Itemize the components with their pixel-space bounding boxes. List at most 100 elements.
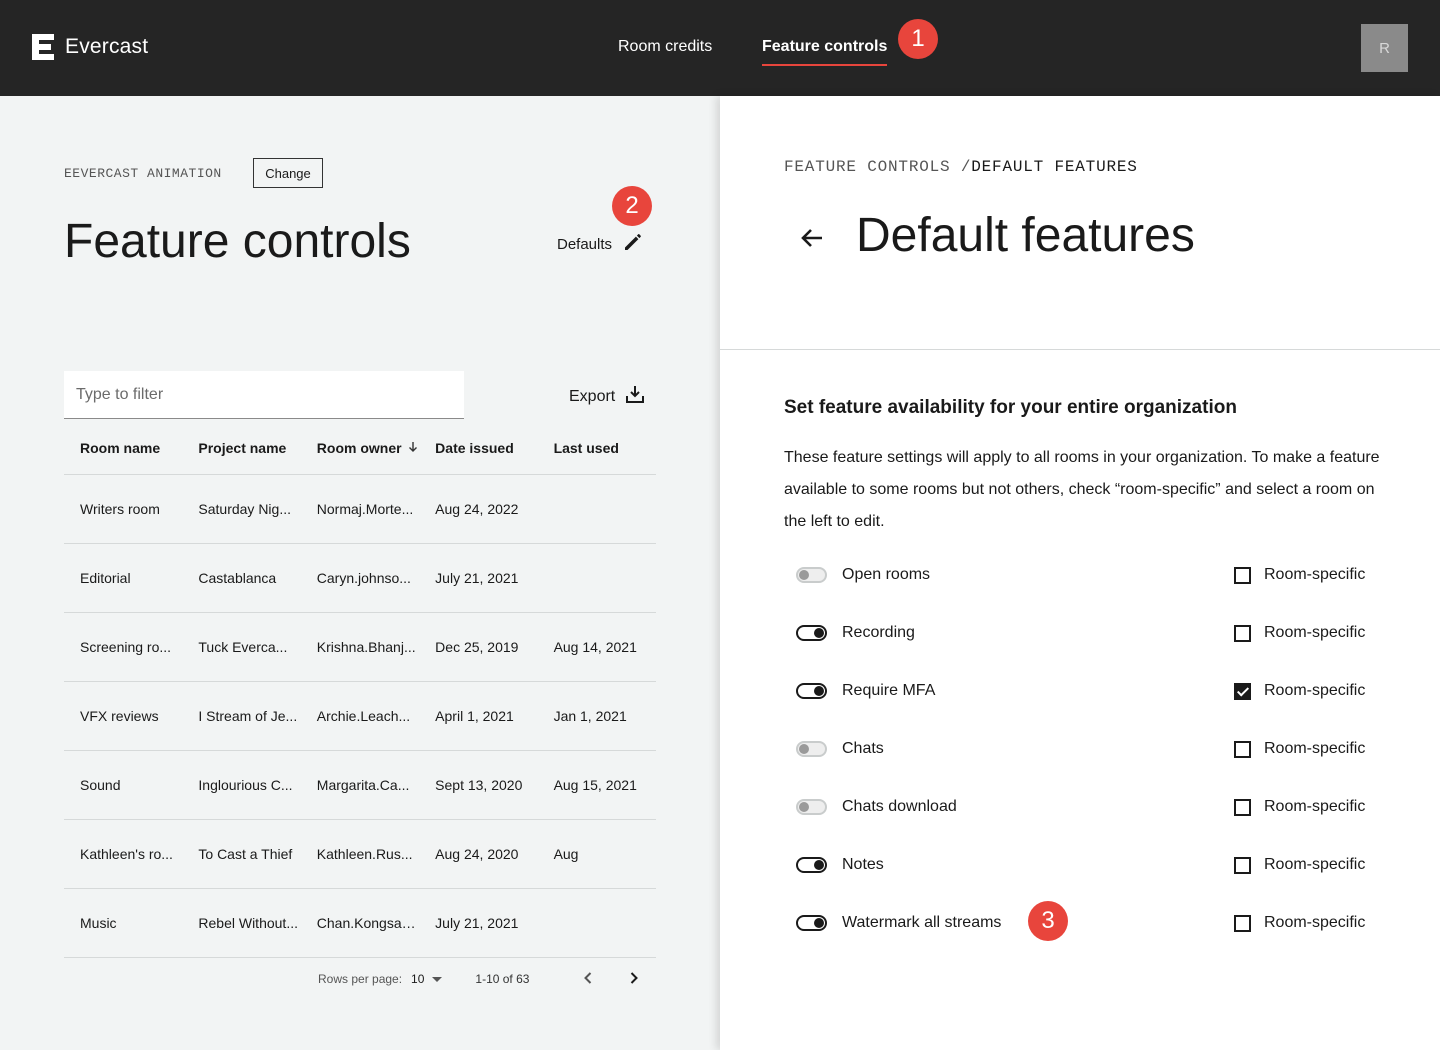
notes-toggle[interactable] — [796, 857, 827, 873]
room-specific-checkbox[interactable] — [1234, 798, 1251, 816]
pagination-range: 1-10 of 63 — [475, 972, 530, 986]
download-icon — [615, 384, 645, 409]
cell-date-issued: April 1, 2021 — [435, 708, 514, 724]
require-mfa-room-specific[interactable]: Room-specific — [1234, 682, 1365, 700]
cell-room-name: Screening ro... — [80, 639, 172, 655]
chevron-right-icon — [630, 972, 638, 984]
cell-room-owner: Normaj.Morte... — [316, 501, 414, 517]
pagination: Rows per page: 10 1-10 of 63 — [318, 972, 638, 986]
watermark-toggle[interactable] — [796, 915, 827, 931]
table-row[interactable]: Screening ro... Tuck Everca... Krishna.B… — [64, 613, 656, 682]
table-row[interactable]: Kathleen's ro... To Cast a Thief Kathlee… — [64, 820, 656, 889]
recording-toggle[interactable] — [796, 625, 827, 641]
nav-feature-controls[interactable]: Feature controls — [762, 38, 888, 66]
export-button[interactable]: Export — [569, 384, 645, 409]
chats-room-specific[interactable]: Room-specific — [1234, 740, 1365, 758]
cell-date-issued: July 21, 2021 — [435, 915, 519, 931]
detail-title: Default features — [856, 209, 1195, 262]
top-bar: Evercast Room credits Feature controls 1… — [0, 0, 1440, 96]
user-avatar[interactable]: R — [1361, 24, 1408, 72]
cell-last-used: Aug 14, 2021 — [553, 639, 637, 655]
brand-logo[interactable]: Evercast — [32, 34, 148, 60]
cell-last-used: Jan 1, 2021 — [553, 708, 627, 724]
export-label: Export — [569, 387, 616, 405]
chevron-left-icon — [584, 972, 592, 984]
cell-project-name: To Cast a Thief — [198, 846, 293, 862]
chats-download-toggle[interactable] — [796, 799, 827, 815]
cell-project-name: Rebel Without... — [198, 915, 298, 931]
room-specific-checkbox[interactable] — [1234, 624, 1251, 642]
cell-project-name: I Stream of Je... — [198, 708, 298, 724]
rows-per-page-label: Rows per page: — [318, 972, 403, 986]
room-specific-checkbox[interactable] — [1234, 914, 1251, 932]
table-row[interactable]: Writers room Saturday Nig... Normaj.Mort… — [64, 475, 656, 544]
filter-input[interactable] — [64, 371, 464, 419]
open-rooms-toggle[interactable] — [796, 567, 827, 583]
rows-per-page-select[interactable]: 10 — [411, 972, 443, 986]
open-rooms-room-specific[interactable]: Room-specific — [1234, 566, 1365, 584]
room-specific-checkbox[interactable] — [1234, 682, 1251, 700]
room-specific-label: Room-specific — [1264, 856, 1366, 873]
column-last-used[interactable]: Last used — [538, 440, 656, 456]
feature-row-notes: Notes Room-specific — [796, 853, 1376, 877]
column-room-owner-label: Room owner — [316, 439, 402, 456]
cell-date-issued: Aug 24, 2022 — [435, 501, 519, 517]
room-specific-label: Room-specific — [1264, 566, 1366, 583]
room-specific-label: Room-specific — [1264, 914, 1366, 931]
column-date-issued[interactable]: Date issued — [419, 440, 537, 456]
annotation-badge-1: 1 — [898, 19, 938, 59]
column-room-name[interactable]: Room name — [64, 440, 182, 456]
room-specific-checkbox[interactable] — [1234, 566, 1251, 584]
next-page-button[interactable] — [624, 968, 644, 991]
table-header: Room name Project name Room owner Date i… — [64, 421, 656, 475]
cell-room-owner: Margarita.Ca... — [316, 777, 410, 793]
chats-download-room-specific[interactable]: Room-specific — [1234, 798, 1365, 816]
section-heading: Set feature availability for your entire… — [784, 397, 1237, 418]
room-specific-checkbox[interactable] — [1234, 740, 1251, 758]
defaults-edit-button[interactable]: Defaults — [557, 232, 643, 256]
require-mfa-toggle[interactable] — [796, 683, 827, 699]
cell-date-issued: Dec 25, 2019 — [435, 639, 519, 655]
feature-row-chats-download: Chats download Room-specific — [796, 795, 1376, 819]
back-button[interactable] — [798, 224, 826, 257]
organization-label: EEVERCAST ANIMATION — [64, 166, 222, 181]
previous-page-button[interactable] — [578, 968, 598, 991]
recording-room-specific[interactable]: Room-specific — [1234, 624, 1365, 642]
feature-row-chats: Chats Room-specific — [796, 737, 1376, 761]
table-row[interactable]: Editorial Castablanca Caryn.johnso... Ju… — [64, 544, 656, 613]
cell-room-name: Kathleen's ro... — [80, 846, 173, 862]
column-project-name[interactable]: Project name — [182, 440, 300, 456]
table-row[interactable]: Music Rebel Without... Chan.Kongsan... J… — [64, 889, 656, 958]
watermark-room-specific[interactable]: Room-specific — [1234, 914, 1365, 932]
cell-room-name: VFX reviews — [80, 708, 159, 724]
breadcrumb-current: DEFAULT FEATURES — [971, 158, 1138, 176]
annotation-badge-3: 3 — [1028, 901, 1068, 941]
cell-project-name: Inglourious C... — [198, 777, 293, 793]
breadcrumb-feature-controls[interactable]: FEATURE CONTROLS — [784, 158, 950, 176]
cell-project-name: Saturday Nig... — [198, 501, 291, 517]
notes-room-specific[interactable]: Room-specific — [1234, 856, 1365, 874]
feature-label: Open rooms — [842, 566, 931, 583]
cell-project-name: Castablanca — [198, 570, 277, 586]
sort-down-arrow-icon — [402, 440, 418, 456]
cell-date-issued: July 21, 2021 — [435, 570, 519, 586]
change-organization-button[interactable]: Change — [253, 158, 323, 188]
feature-row-recording: Recording Room-specific — [796, 621, 1376, 645]
room-specific-label: Room-specific — [1264, 798, 1366, 815]
feature-label: Require MFA — [842, 682, 936, 699]
table-row[interactable]: Sound Inglourious C... Margarita.Ca... S… — [64, 751, 656, 820]
nav-room-credits[interactable]: Room credits — [618, 38, 712, 56]
section-description: These feature settings will apply to all… — [784, 449, 1380, 530]
feature-label: Notes — [842, 856, 884, 873]
chats-toggle[interactable] — [796, 741, 827, 757]
caret-down-icon — [424, 972, 443, 986]
feature-label: Chats — [842, 740, 884, 757]
defaults-label: Defaults — [557, 235, 613, 253]
cell-room-owner: Chan.Kongsan... — [316, 915, 420, 931]
table-row[interactable]: VFX reviews I Stream of Je... Archie.Lea… — [64, 682, 656, 751]
column-room-owner[interactable]: Room owner — [301, 440, 419, 456]
room-specific-checkbox[interactable] — [1234, 856, 1251, 874]
feature-row-watermark: Watermark all streams Room-specific — [796, 911, 1376, 935]
feature-row-open-rooms: Open rooms Room-specific — [796, 563, 1376, 587]
feature-label: Recording — [842, 624, 915, 641]
